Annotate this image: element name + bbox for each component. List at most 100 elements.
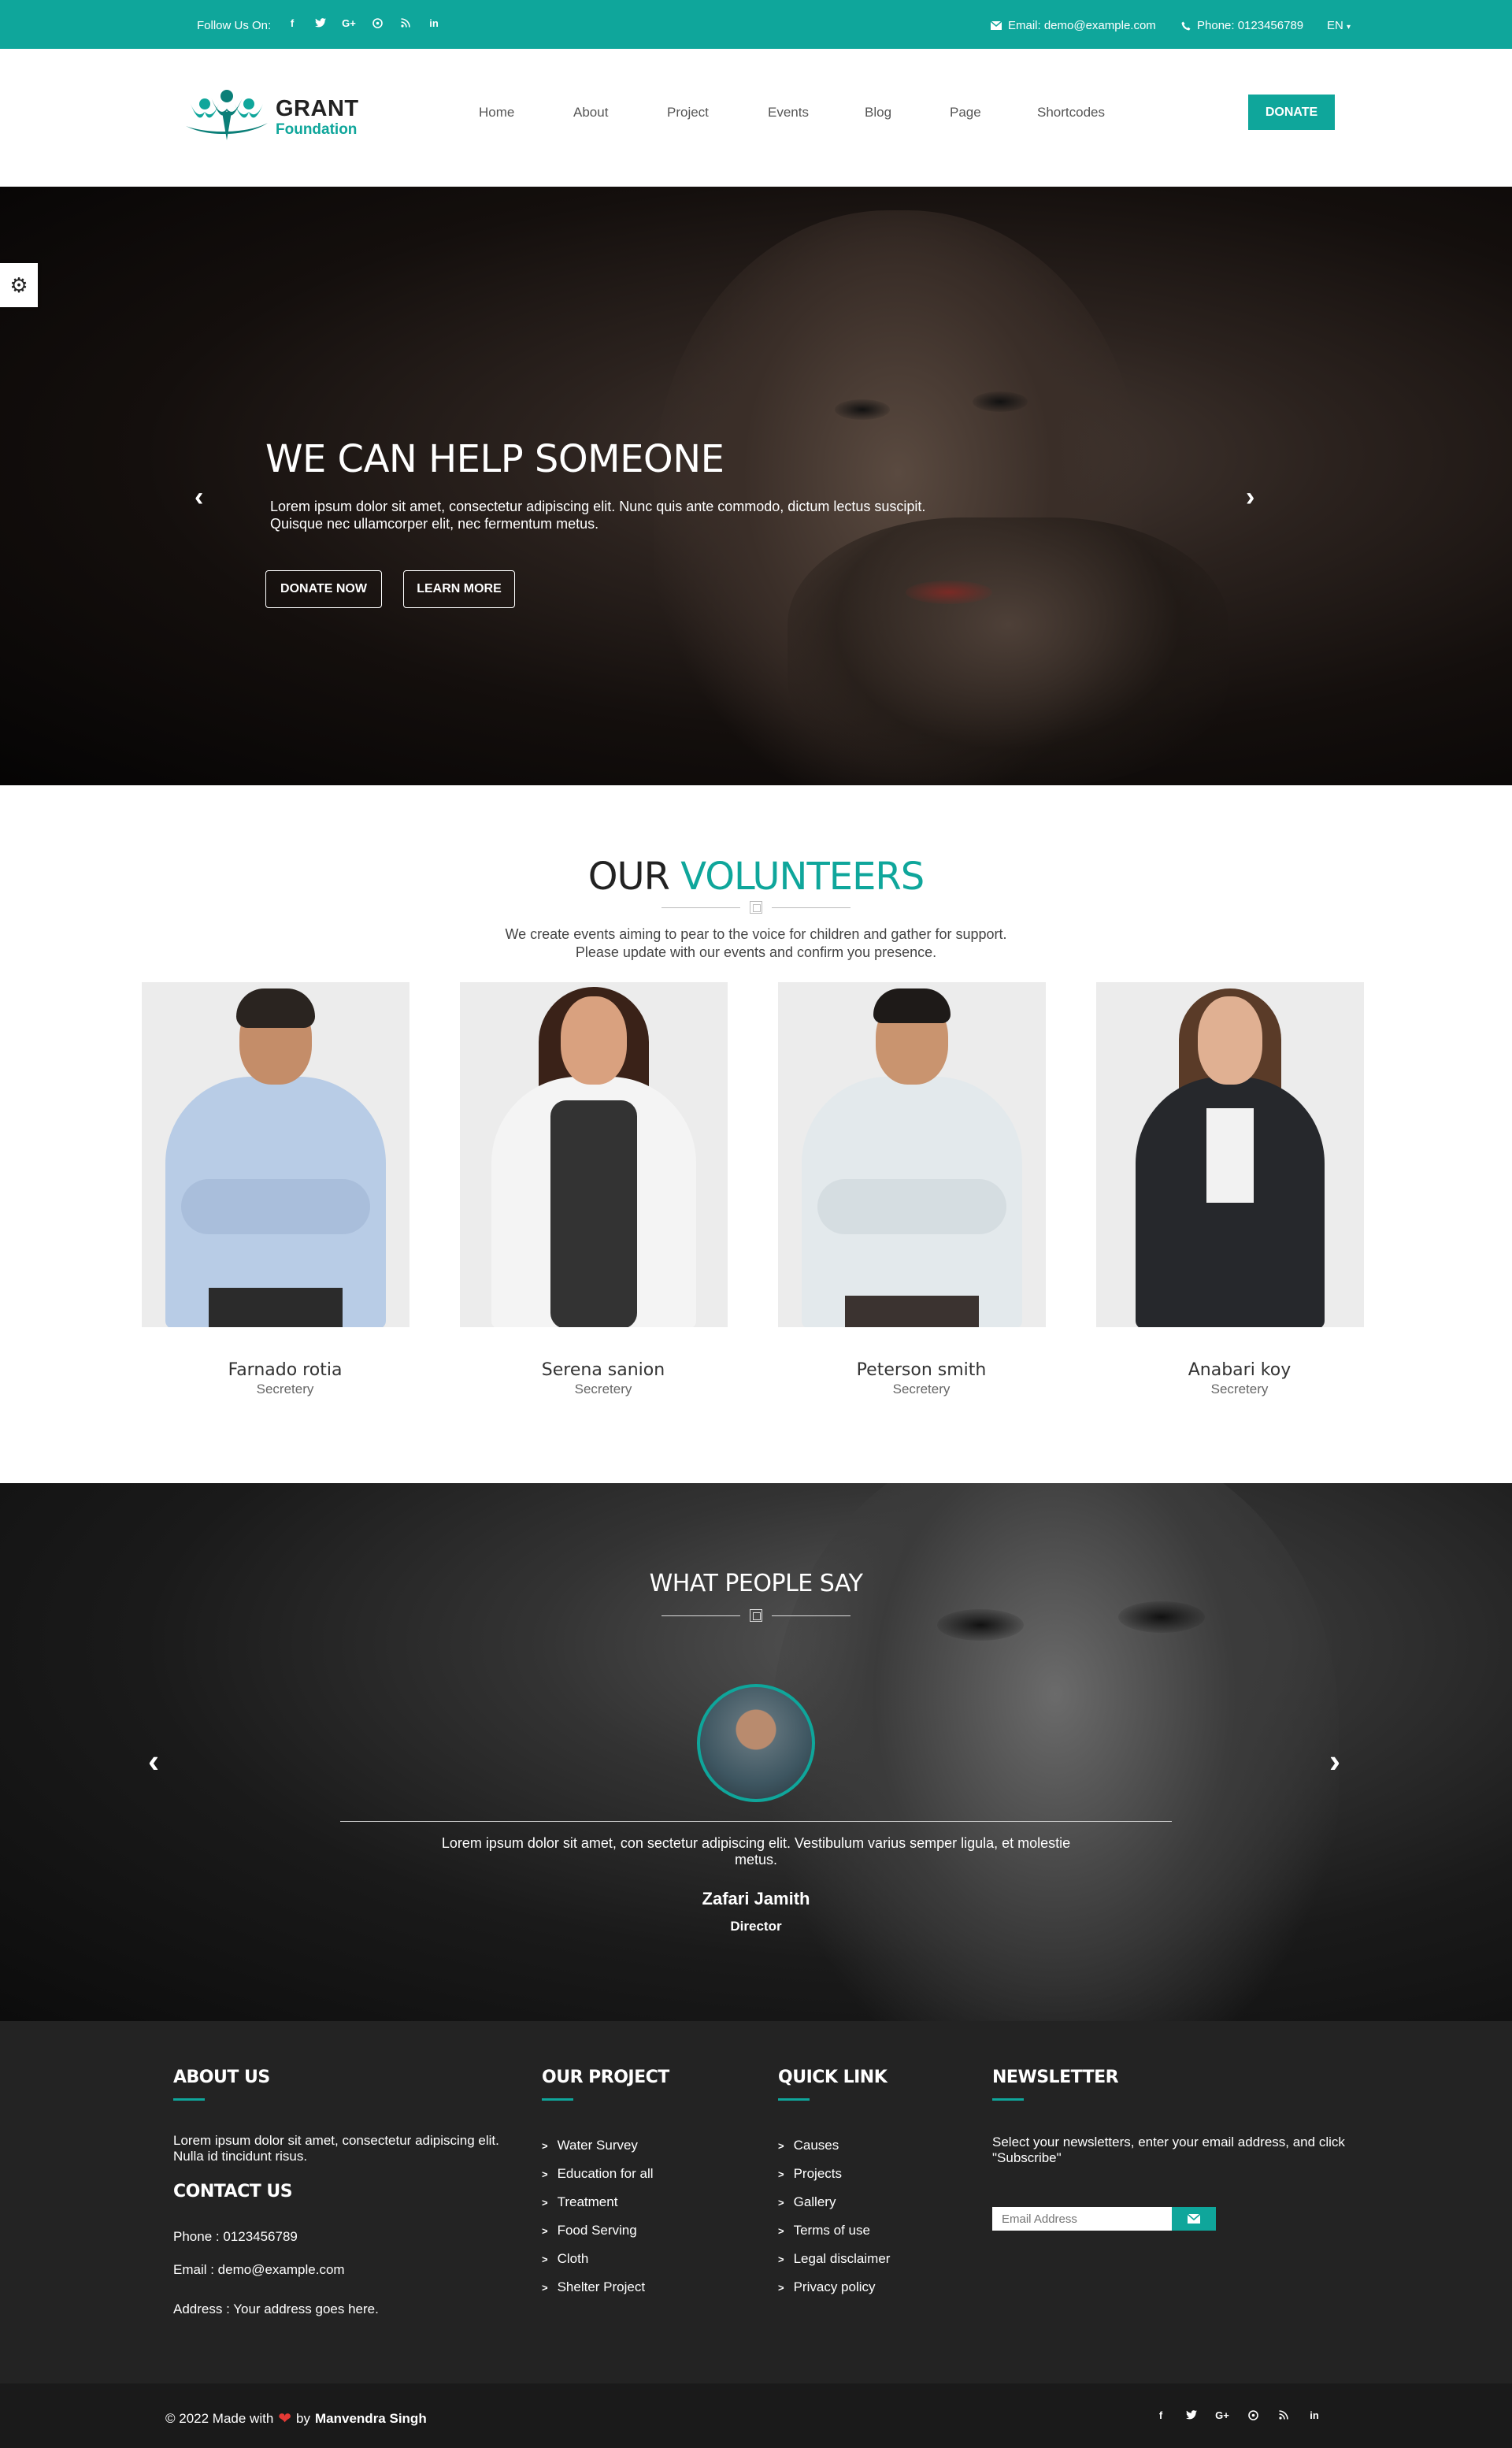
facebook-icon[interactable]: f — [285, 16, 299, 30]
hero-slider — [0, 187, 1512, 785]
testimonial-author-role: Director — [730, 1919, 782, 1934]
linkedin-icon[interactable]: in — [427, 16, 441, 30]
testimonial-prev-arrow-icon[interactable]: ‹ — [148, 1742, 159, 1780]
volunteers-subtitle-line: Please update with our events and confir… — [575, 944, 937, 960]
volunteer-role: Secretery — [574, 1382, 632, 1396]
footer-project-link[interactable]: > Education for all — [542, 2160, 654, 2188]
volunteer-role: Secretery — [256, 1382, 314, 1396]
rss-icon[interactable] — [398, 16, 413, 30]
hero-title: WE CAN HELP SOMEONE — [265, 437, 724, 481]
volunteer-card[interactable]: Farnado rotia Secretery — [142, 982, 410, 1397]
footer-heading-underline — [542, 2098, 573, 2101]
footer-about-title: ABOUT US — [173, 2068, 270, 2087]
chevron-right-icon: > — [542, 2253, 548, 2265]
follow-us-label: Follow Us On: — [197, 19, 272, 32]
hero-learn-more-button[interactable]: LEARN MORE — [403, 570, 515, 608]
language-selector[interactable]: EN ▾ — [1327, 19, 1351, 32]
hero-donate-button[interactable]: DONATE NOW — [265, 570, 382, 608]
volunteers-title: OUR VOLUNTEERS — [0, 855, 1512, 899]
rss-icon[interactable] — [1277, 2408, 1291, 2422]
footer-contact-title: CONTACT US — [173, 2182, 293, 2201]
volunteer-role: Secretery — [1210, 1382, 1269, 1396]
testimonial-author-name: Zafari Jamith — [702, 1889, 810, 1908]
footer-project-link[interactable]: > Treatment — [542, 2188, 654, 2216]
volunteer-card[interactable]: Peterson smith Secretery — [778, 982, 1046, 1397]
copyright: © 2022 Made with ❤ by Manvendra Singh — [165, 2409, 427, 2428]
twitter-icon[interactable] — [313, 16, 328, 30]
chevron-right-icon: > — [778, 2253, 784, 2265]
hero-image-detail — [973, 391, 1028, 412]
volunteer-name: Farnado rotia — [228, 1360, 343, 1380]
volunteer-card[interactable]: Serena sanion Secretery — [460, 982, 728, 1397]
footer-quick-link[interactable]: > Projects — [778, 2160, 890, 2188]
volunteers-subtitle-line: We create events aiming to pear to the v… — [505, 926, 1007, 942]
volunteer-card[interactable]: Anabari koy Secretery — [1096, 982, 1364, 1397]
volunteer-photo — [460, 982, 728, 1327]
bottom-social-links: f G+ in — [1154, 2408, 1321, 2422]
google-plus-icon[interactable]: G+ — [342, 16, 356, 30]
hero-prev-arrow-icon[interactable]: ‹ — [195, 482, 203, 513]
footer-quick-link[interactable]: > Gallery — [778, 2188, 890, 2216]
footer-heading-underline — [173, 2098, 205, 2101]
donate-button[interactable]: DONATE — [1248, 95, 1335, 130]
top-phone[interactable]: Phone: 0123456789 — [1181, 19, 1303, 32]
footer-phone: Phone : 0123456789 — [173, 2229, 298, 2244]
chevron-right-icon: > — [542, 2139, 548, 2152]
dribbble-icon[interactable] — [1246, 2408, 1260, 2422]
footer-quick-link[interactable]: > Causes — [778, 2131, 890, 2160]
nav-project[interactable]: Project — [667, 105, 709, 121]
testimonial-next-arrow-icon[interactable]: › — [1329, 1742, 1340, 1780]
footer-heading-underline — [992, 2098, 1024, 2101]
chevron-right-icon: > — [542, 2224, 548, 2237]
chevron-right-icon: > — [542, 2281, 548, 2294]
chevron-right-icon: > — [778, 2224, 784, 2237]
nav-about[interactable]: About — [573, 105, 608, 121]
divider-square-icon — [750, 901, 762, 914]
google-plus-icon[interactable]: G+ — [1215, 2408, 1229, 2422]
volunteers-title-part2: VOLUNTEERS — [680, 855, 925, 899]
hero-next-arrow-icon[interactable]: › — [1246, 482, 1254, 513]
footer-project-link[interactable]: > Water Survey — [542, 2131, 654, 2160]
footer-quick-link[interactable]: > Privacy policy — [778, 2273, 890, 2301]
settings-gear-icon[interactable]: ⚙ — [0, 263, 38, 307]
testimonial-title: WHAT PEOPLE SAY — [649, 1570, 863, 1597]
twitter-icon[interactable] — [1184, 2408, 1199, 2422]
volunteer-name: Serena sanion — [541, 1360, 665, 1380]
footer-project-link[interactable]: > Shelter Project — [542, 2273, 654, 2301]
nav-blog[interactable]: Blog — [865, 105, 891, 121]
volunteer-photo — [1096, 982, 1364, 1327]
linkedin-icon[interactable]: in — [1307, 2408, 1321, 2422]
chevron-right-icon: > — [778, 2281, 784, 2294]
hero-image-detail — [788, 517, 1228, 785]
top-email-text: Email: demo@example.com — [1008, 19, 1156, 32]
dribbble-icon[interactable] — [370, 16, 384, 30]
volunteers-title-part1: OUR — [587, 855, 670, 899]
footer-project-title: OUR PROJECT — [542, 2068, 669, 2087]
nav-home[interactable]: Home — [479, 105, 514, 121]
volunteer-photo — [142, 982, 410, 1327]
heart-icon: ❤ — [278, 2410, 292, 2428]
footer-project-link[interactable]: > Food Serving — [542, 2216, 654, 2245]
newsletter-subscribe-button[interactable] — [1172, 2207, 1216, 2231]
copyright-by: by — [296, 2410, 311, 2426]
footer-quick-title: QUICK LINK — [778, 2068, 888, 2087]
logo-subtitle: Foundation — [276, 121, 358, 138]
facebook-icon[interactable]: f — [1154, 2408, 1168, 2422]
nav-page[interactable]: Page — [950, 105, 981, 121]
footer-quick-link[interactable]: > Terms of use — [778, 2216, 890, 2245]
footer-quick-list: > Causes > Projects > Gallery > Terms of use… — [778, 2131, 890, 2301]
footer-project-list: > Water Survey > Education for all > Treatm… — [542, 2131, 654, 2301]
footer-quick-link[interactable]: > Legal disclaimer — [778, 2245, 890, 2273]
top-email[interactable]: Email: demo@example.com — [991, 19, 1156, 32]
copyright-author[interactable]: Manvendra Singh — [315, 2411, 427, 2427]
newsletter-email-input[interactable] — [992, 2207, 1172, 2231]
nav-events[interactable]: Events — [768, 105, 809, 121]
testimonial-separator — [340, 1821, 1172, 1822]
chevron-right-icon: > — [778, 2196, 784, 2209]
footer-email[interactable]: Email : demo@example.com — [173, 2262, 345, 2278]
testimonial-quote: Lorem ipsum dolor sit amet, con sectetur… — [441, 1835, 1071, 1868]
nav-shortcodes[interactable]: Shortcodes — [1037, 105, 1105, 121]
footer-project-link[interactable]: > Cloth — [542, 2245, 654, 2273]
volunteer-photo — [778, 982, 1046, 1327]
hero-text: Lorem ipsum dolor sit amet, consectetur … — [270, 499, 926, 532]
